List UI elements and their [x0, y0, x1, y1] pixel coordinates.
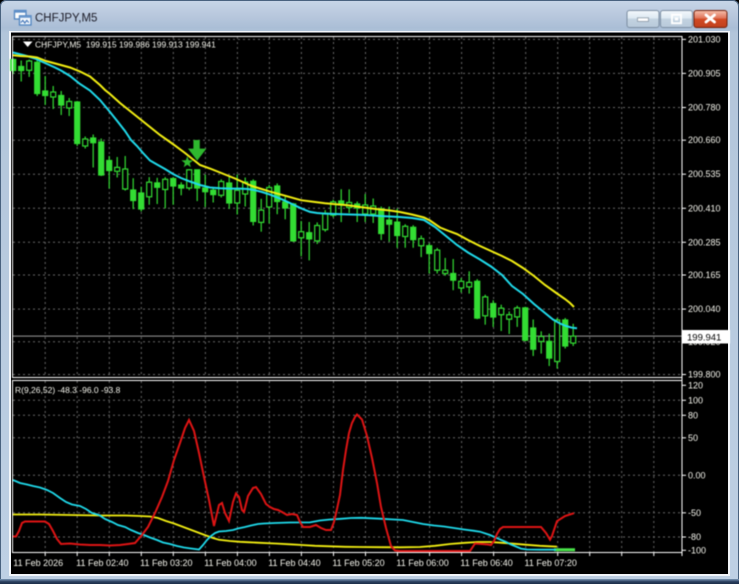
svg-text:200.905: 200.905	[688, 68, 721, 78]
svg-text:50: 50	[688, 433, 698, 443]
svg-text:80: 80	[688, 410, 698, 420]
svg-text:11 Feb 06:00: 11 Feb 06:00	[396, 558, 448, 568]
svg-text:200.780: 200.780	[688, 103, 721, 113]
svg-text:200.165: 200.165	[688, 270, 721, 280]
svg-text:120: 120	[688, 380, 703, 390]
svg-text:-80: -80	[688, 532, 701, 542]
svg-text:200.660: 200.660	[688, 135, 721, 145]
svg-text:-100: -100	[688, 545, 706, 555]
svg-text:11 Feb 07:20: 11 Feb 07:20	[525, 558, 577, 568]
svg-text:11 Feb 06:40: 11 Feb 06:40	[460, 558, 512, 568]
svg-text:11 Feb 05:20: 11 Feb 05:20	[332, 558, 384, 568]
svg-text:R(9,26,52) -48.3 -96.0 -93.8: R(9,26,52) -48.3 -96.0 -93.8	[15, 385, 121, 395]
svg-text:200.285: 200.285	[688, 237, 721, 247]
svg-text:199.941: 199.941	[687, 332, 721, 343]
svg-text:11 Feb 04:00: 11 Feb 04:00	[204, 558, 256, 568]
svg-text:CHFJPY,M5 199.915 199.986 199: CHFJPY,M5 199.915 199.986 199.913 199.94…	[35, 40, 216, 50]
svg-text:11 Feb 04:40: 11 Feb 04:40	[268, 558, 320, 568]
svg-text:11 Feb 02:40: 11 Feb 02:40	[76, 558, 128, 568]
svg-text:200.410: 200.410	[688, 203, 721, 213]
svg-text:11 Feb 03:20: 11 Feb 03:20	[140, 558, 192, 568]
svg-text:0.00: 0.00	[688, 470, 706, 480]
svg-text:11 Feb 2026: 11 Feb 2026	[13, 558, 63, 568]
svg-text:200.535: 200.535	[688, 169, 721, 179]
svg-text:100: 100	[688, 395, 703, 405]
svg-text:201.030: 201.030	[688, 34, 721, 44]
svg-text:200.040: 200.040	[688, 304, 721, 314]
svg-text:199.800: 199.800	[688, 370, 721, 380]
svg-text:-50: -50	[688, 508, 701, 518]
svg-text:CHFJPY,M5: CHFJPY,M5	[35, 12, 97, 24]
